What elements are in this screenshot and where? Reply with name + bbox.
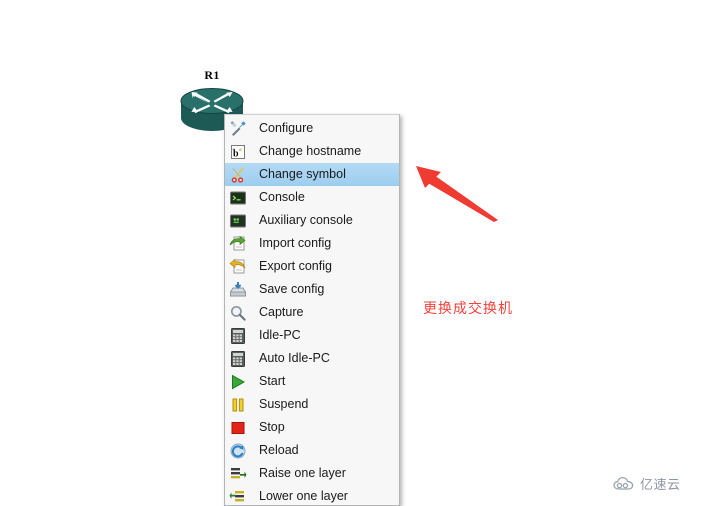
screwdriver-wrench-icon (229, 120, 247, 138)
lower-layer-icon (229, 488, 247, 506)
menu-item-auto-idle-pc[interactable]: Auto Idle-PC (225, 347, 399, 370)
magnifier-icon (229, 304, 247, 322)
menu-item-suspend[interactable]: Suspend (225, 393, 399, 416)
topology-canvas[interactable]: R1 Configure b a a Change hostname Chang… (0, 0, 702, 506)
menu-item-lower-one-layer[interactable]: Lower one layer (225, 485, 399, 506)
menu-item-start[interactable]: Start (225, 370, 399, 393)
watermark: 亿速云 (613, 474, 681, 493)
menu-item-stop[interactable]: Stop (225, 416, 399, 439)
menu-item-configure[interactable]: Configure (225, 117, 399, 140)
annotation-text: 更换成交换机 (423, 301, 513, 317)
menu-item-console[interactable]: Console (225, 186, 399, 209)
menu-item-label: Lower one layer (259, 489, 348, 503)
cloud-logo-icon (613, 476, 634, 490)
pause-icon (229, 396, 247, 414)
node-context-menu[interactable]: Configure b a a Change hostname Change symbol… (224, 114, 400, 506)
menu-item-label: Idle-PC (259, 328, 301, 342)
menu-item-auxiliary-console[interactable]: Auxiliary console (225, 209, 399, 232)
menu-item-label: Stop (259, 420, 285, 434)
menu-item-capture[interactable]: Capture (225, 301, 399, 324)
menu-item-label: Start (259, 374, 286, 388)
import-arrow-icon (229, 235, 247, 253)
menu-item-reload[interactable]: Reload (225, 439, 399, 462)
calculator-icon (229, 350, 247, 368)
menu-item-label: Suspend (259, 397, 309, 411)
annotation-arrow-icon (416, 166, 498, 222)
menu-item-label: Change hostname (259, 144, 362, 158)
menu-item-label: Configure (259, 121, 314, 135)
menu-item-label: Auxiliary console (259, 213, 353, 227)
reload-icon (229, 442, 247, 460)
node-label: R1 (204, 68, 220, 82)
play-icon (229, 373, 247, 391)
rename-text-icon: baa (229, 143, 247, 161)
menu-item-label: Reload (259, 443, 299, 457)
menu-item-idle-pc[interactable]: Idle-PC (225, 324, 399, 347)
menu-item-label: Console (259, 190, 305, 204)
menu-item-label: Save config (259, 282, 325, 296)
export-arrow-icon (229, 258, 247, 276)
menu-item-label: Import config (259, 236, 332, 250)
svg-text:a: a (239, 147, 242, 153)
menu-item-save-config[interactable]: Save config (225, 278, 399, 301)
scissors-icon (229, 166, 247, 184)
menu-item-change-symbol[interactable]: Change symbol (225, 163, 399, 186)
save-disk-icon (229, 281, 247, 299)
menu-item-label: Capture (259, 305, 304, 319)
menu-item-export-config[interactable]: Export config (225, 255, 399, 278)
terminal-icon (229, 189, 247, 207)
menu-item-label: Auto Idle-PC (259, 351, 330, 365)
menu-item-label: Raise one layer (259, 466, 346, 480)
calculator-icon (229, 327, 247, 345)
stop-icon (229, 419, 247, 437)
terminal-aux-icon (229, 212, 247, 230)
watermark-text: 亿速云 (640, 478, 681, 493)
menu-item-label: Export config (259, 259, 332, 273)
menu-item-raise-one-layer[interactable]: Raise one layer (225, 462, 399, 485)
menu-item-label: Change symbol (259, 167, 346, 181)
menu-item-change-hostname[interactable]: b a a Change hostname (225, 140, 399, 163)
menu-item-import-config[interactable]: Import config (225, 232, 399, 255)
raise-layer-icon (229, 465, 247, 483)
